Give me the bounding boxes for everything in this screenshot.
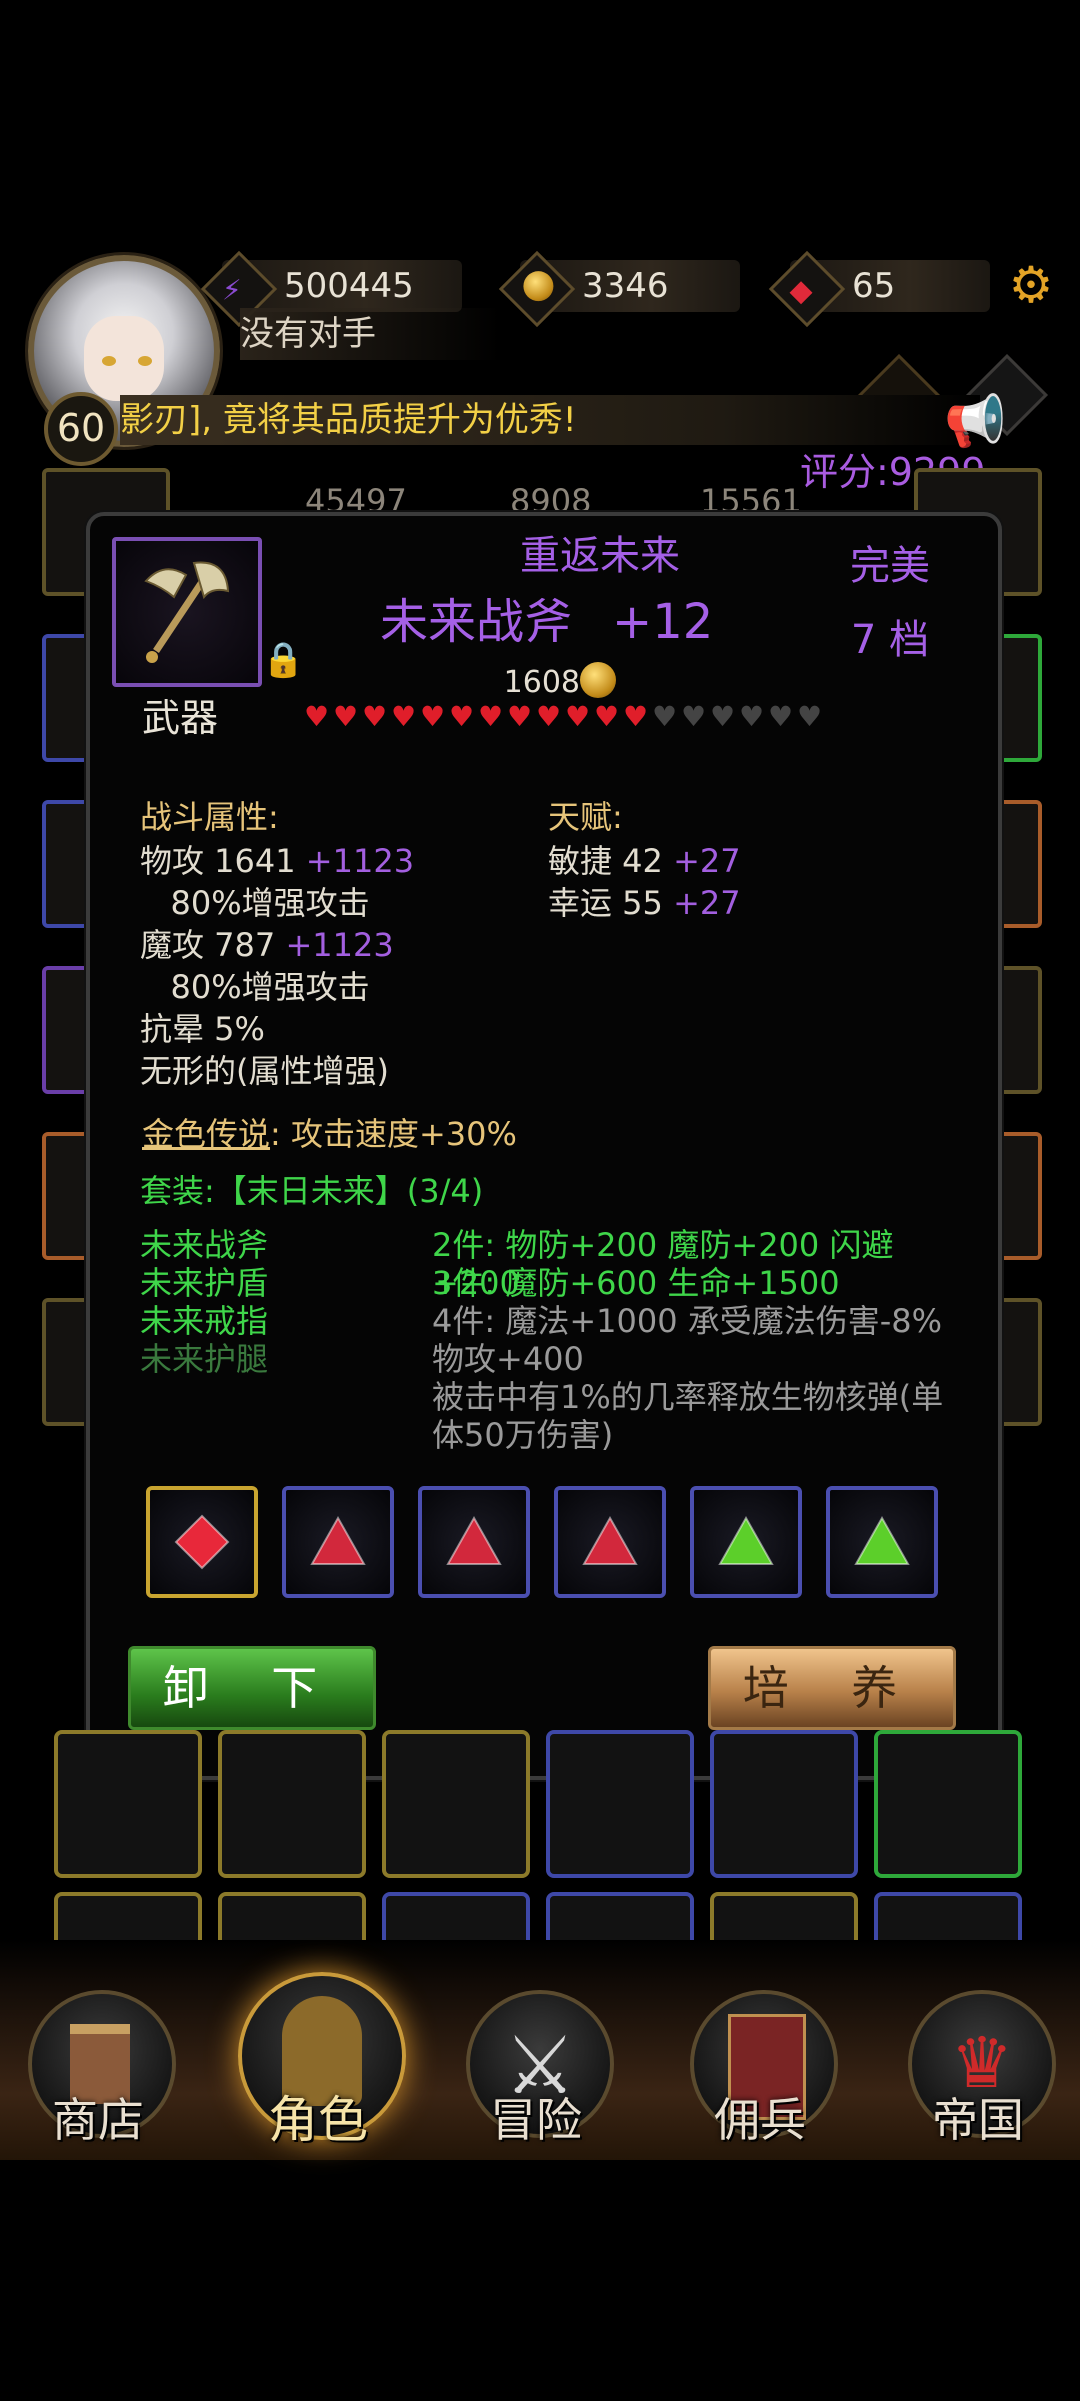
power-value: 500445 (284, 266, 414, 306)
heart-filled-icon: ♥ (420, 700, 446, 733)
inventory-slot[interactable] (54, 1730, 202, 1878)
stat-bonus: +1123 (285, 926, 394, 964)
lock-icon[interactable]: 🔒 (262, 640, 304, 682)
legendary-value: : 攻击速度+30% (270, 1115, 517, 1153)
combat-stat-line: 物攻 1641 +1123 (140, 840, 540, 882)
megaphone-icon[interactable]: 📢 (944, 390, 1006, 452)
heart-filled-icon: ♥ (623, 700, 649, 733)
set-bonus: 被击中有1%的几率释放生物核弹(单体50万伤害) (432, 1378, 944, 1454)
set-piece: 未来护盾 (140, 1264, 269, 1302)
talent-stat-line: 幸运 55 +27 (548, 882, 848, 924)
settings-gear-icon[interactable]: ⚙ (1006, 260, 1056, 310)
avatar-eye-right (138, 356, 152, 366)
triangle-gem-icon (310, 1515, 366, 1565)
stat-label: 敏捷 42 (548, 842, 663, 880)
set-bonus: 2件: 物防+200 魔防+200 闪避+200 (432, 1226, 894, 1302)
combat-stat-line: 无形的(属性增强) (140, 1052, 389, 1090)
inventory-slot[interactable] (546, 1730, 694, 1878)
enhance-hearts-row: ♥ ♥ ♥ ♥ ♥ ♥ ♥ ♥ ♥ ♥ ♥ ♥ ♥ ♥ ♥ ♥ ♥ ♥ (304, 702, 834, 736)
heart-filled-icon: ♥ (565, 700, 591, 733)
stat-label: 幸运 55 (548, 884, 663, 922)
item-icon-frame (112, 537, 262, 687)
gem-counter: ◆ 65 (768, 250, 990, 328)
announcement-ticker: 影刃], 竟将其品质提升为优秀! (120, 395, 980, 445)
triangle-gem-icon (446, 1515, 502, 1565)
avatar-face (84, 316, 164, 401)
triangle-gem-icon (582, 1515, 638, 1565)
red-gem-icon: ◆ (768, 250, 846, 328)
triangle-gem-icon (854, 1515, 910, 1565)
heart-empty-icon: ♥ (768, 700, 794, 733)
heart-filled-icon: ♥ (449, 700, 475, 733)
gold-coin-icon (498, 250, 576, 328)
gem-socket[interactable] (146, 1486, 258, 1598)
gem-value: 65 (852, 266, 896, 306)
gem-socket[interactable] (826, 1486, 938, 1598)
combat-stat-line: 魔攻 787 +1123 (140, 924, 540, 966)
player-nickname: 没有对手 (240, 308, 500, 360)
heart-empty-icon: ♥ (710, 700, 736, 733)
gem-socket[interactable] (690, 1486, 802, 1598)
set-piece: 未来护腿 (140, 1340, 269, 1378)
stat-bonus: +27 (673, 884, 741, 922)
inventory-slot[interactable] (218, 1730, 366, 1878)
combat-stat-line: 抗晕 5% (140, 1010, 265, 1048)
gem-socket[interactable] (282, 1486, 394, 1598)
train-button[interactable]: 培 养 (708, 1646, 956, 1730)
item-slot-label: 武器 (142, 696, 219, 740)
nav-label-shop: 商店 (52, 2093, 144, 2147)
item-quality: 完美 (850, 543, 930, 589)
nav-label-adventure: 冒险 (490, 2093, 582, 2147)
item-set-name: 重返未来 (520, 533, 680, 579)
heart-filled-icon: ♥ (594, 700, 620, 733)
set-bonus: 3件: 魔防+600 生命+1500 (432, 1264, 840, 1302)
inventory-slot[interactable] (382, 1730, 530, 1878)
gem-socket[interactable] (554, 1486, 666, 1598)
set-bonus: 4件: 魔法+1000 承受魔法伤害-8% 物攻+400 (432, 1302, 943, 1378)
heart-empty-icon: ♥ (797, 700, 823, 733)
item-tier: 7 档 (850, 617, 930, 663)
combat-stat-line: 80%增强攻击 (140, 968, 370, 1006)
gem-socket[interactable] (418, 1486, 530, 1598)
diamond-gem-icon (174, 1514, 230, 1570)
nav-label-empire: 帝国 (932, 2093, 1024, 2147)
stat-bonus: +27 (673, 842, 741, 880)
heart-filled-icon: ♥ (391, 700, 417, 733)
legendary-effect: 金色传说: 攻击速度+30% (142, 1112, 742, 1156)
gold-coin-icon (580, 662, 616, 698)
talent-title: 天赋: (548, 798, 623, 836)
set-piece: 未来戒指 (140, 1302, 269, 1340)
nav-label-mercenary: 佣兵 (714, 2093, 806, 2147)
heart-empty-icon: ♥ (739, 700, 765, 733)
combat-stat-line: 80%增强攻击 (140, 884, 370, 922)
nav-label-character: 角色 (268, 2091, 368, 2149)
avatar-eye-left (102, 356, 116, 366)
stat-label: 物攻 1641 (140, 842, 296, 880)
item-enhance-level: +12 (612, 594, 714, 650)
inventory-slot[interactable] (710, 1730, 858, 1878)
power-counter: ⚡ 500445 (200, 250, 462, 328)
heart-filled-icon: ♥ (478, 700, 504, 733)
talent-stat-line: 敏捷 42 +27 (548, 840, 848, 882)
gold-counter: 3346 (498, 250, 740, 328)
heart-empty-icon: ♥ (652, 700, 678, 733)
unequip-button[interactable]: 卸 下 (128, 1646, 376, 1730)
player-level-badge: 60 (44, 392, 118, 466)
heart-filled-icon: ♥ (362, 700, 388, 733)
heart-empty-icon: ♥ (681, 700, 707, 733)
combat-stats-title: 战斗属性: (140, 798, 279, 836)
stat-bonus: +1123 (305, 842, 415, 880)
battle-axe-icon (144, 561, 230, 663)
heart-filled-icon: ♥ (507, 700, 533, 733)
legendary-title: 金色传说 (142, 1115, 271, 1153)
heart-filled-icon: ♥ (304, 700, 330, 733)
gold-value: 3346 (582, 266, 669, 306)
triangle-gem-icon (718, 1515, 774, 1565)
heart-filled-icon: ♥ (536, 700, 562, 733)
set-title: 套装:【末日未来】(3/4) (140, 1172, 484, 1210)
stat-label: 魔攻 787 (140, 926, 276, 964)
inventory-slot[interactable] (874, 1730, 1022, 1878)
heart-filled-icon: ♥ (333, 700, 359, 733)
set-piece: 未来战斧 (140, 1226, 269, 1264)
